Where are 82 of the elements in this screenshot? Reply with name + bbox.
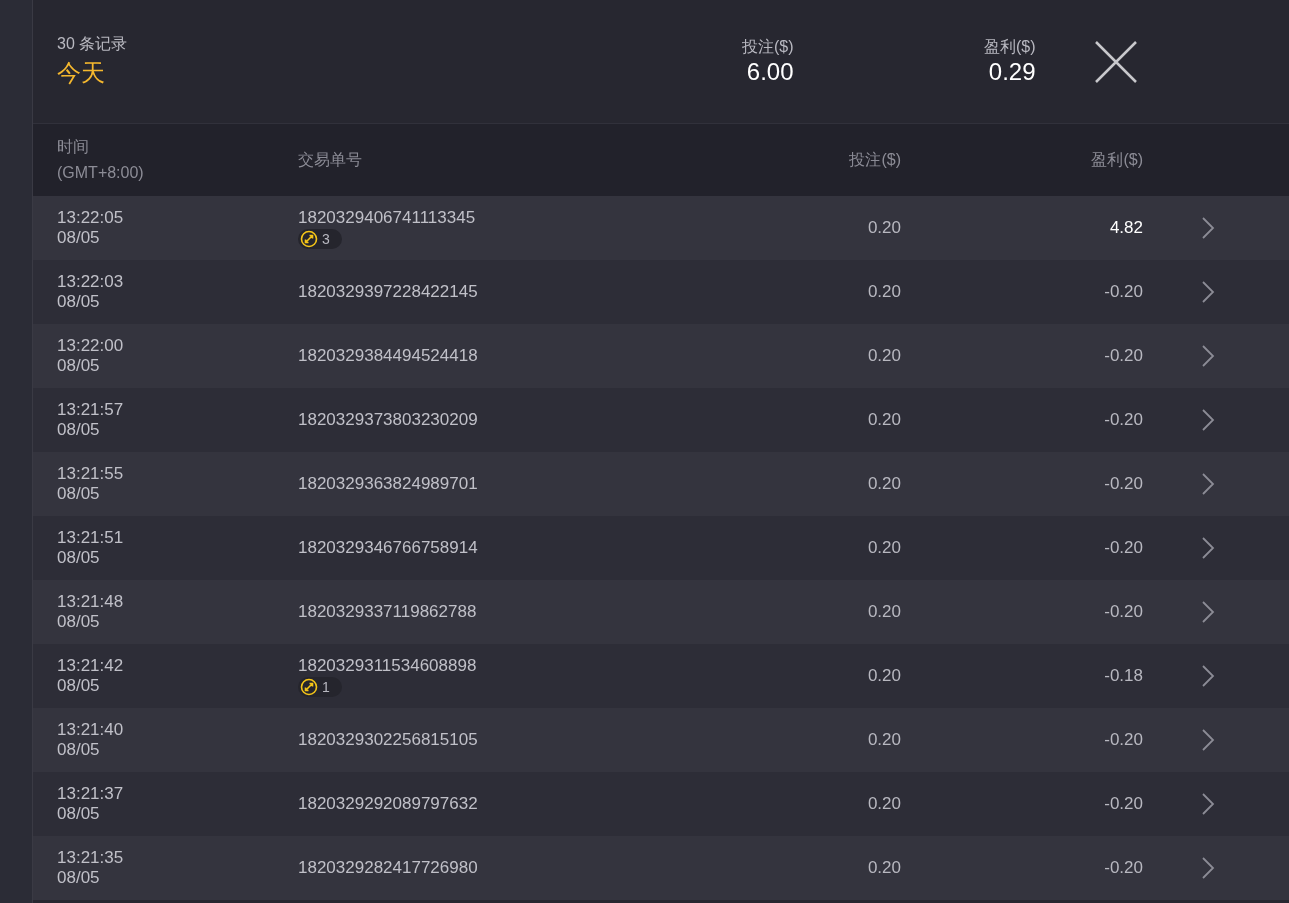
- stake-cell-text: 0.20: [866, 218, 901, 238]
- profit-cell-text: -0.20: [1103, 858, 1143, 878]
- date-cell-text: 08/05: [57, 612, 101, 632]
- close-icon[interactable]: [1093, 39, 1138, 84]
- profit-cell-text: -0.20: [1103, 346, 1143, 366]
- order-number: 1820329397228422145: [298, 282, 479, 302]
- date-cell-text: 08/05: [57, 484, 101, 504]
- time-cell-text: 13:21:48: [57, 592, 125, 612]
- order-number: 1820329363824989701: [298, 474, 479, 494]
- chevron-right-icon[interactable]: [1201, 345, 1215, 367]
- count-badge: 3: [298, 228, 342, 249]
- date-cell-text: 08/05: [57, 228, 101, 248]
- date-cell-text: 08/05: [57, 740, 101, 760]
- date-cell-text: 08/05: [57, 548, 101, 568]
- stake-cell-text: 0.20: [866, 602, 901, 622]
- date-cell-text: 08/05: [57, 420, 101, 440]
- order-number: 1820329311534608898: [298, 655, 478, 676]
- column-header: 盈利($): [1090, 150, 1143, 170]
- record-count: 30 条记录: [57, 34, 129, 54]
- chevron-right-icon[interactable]: [1201, 409, 1215, 431]
- chevron-right-icon[interactable]: [1201, 281, 1215, 303]
- time-cell-text: 13:21:57: [57, 400, 125, 420]
- date-cell-text: 08/05: [57, 676, 101, 696]
- column-header: 交易单号: [298, 150, 363, 170]
- date-cell-text: 08/05: [57, 292, 101, 312]
- chevron-right-icon[interactable]: [1201, 729, 1215, 751]
- expand-arrows-icon: [300, 229, 318, 248]
- order-number: 1820329282417726980: [298, 858, 479, 878]
- chevron-right-icon[interactable]: [1201, 217, 1215, 239]
- stake-cell-text: 0.20: [866, 538, 901, 558]
- time-cell-text: 13:21:40: [57, 720, 125, 740]
- time-cell-text: 13:21:42: [57, 656, 125, 676]
- profit-cell-text: -0.20: [1103, 410, 1143, 430]
- order-number: 1820329302256815105: [298, 730, 479, 750]
- stake-cell-text: 0.20: [866, 666, 901, 686]
- stake-cell-text: 0.20: [866, 794, 901, 814]
- order-number: 1820329384494524418: [298, 346, 479, 366]
- date-cell-text: 08/05: [57, 804, 101, 824]
- stake-total: 6.00: [746, 58, 794, 86]
- chevron-right-icon[interactable]: [1201, 793, 1215, 815]
- time-cell-text: 13:21:51: [57, 528, 125, 548]
- chevron-right-icon[interactable]: [1201, 601, 1215, 623]
- order-number: 1820329373803230209: [298, 410, 479, 430]
- time-cell-text: 13:22:05: [57, 208, 125, 228]
- time-cell-text: 13:22:03: [57, 272, 125, 292]
- profit-cell-text: -0.18: [1103, 666, 1143, 686]
- order-number: 1820329337119862788: [298, 602, 478, 622]
- stake-cell-text: 0.20: [866, 474, 901, 494]
- chevron-right-icon[interactable]: [1201, 473, 1215, 495]
- stake-cell-text: 0.20: [866, 730, 901, 750]
- chevron-right-icon[interactable]: [1201, 665, 1215, 687]
- profit-total: 0.29: [988, 58, 1036, 86]
- chevron-right-icon[interactable]: [1201, 537, 1215, 559]
- count-badge: 1: [298, 676, 342, 697]
- time-cell-text: 13:21:35: [57, 848, 125, 868]
- order-number: 1820329406741113345: [298, 207, 477, 228]
- column-header: 时间: [57, 137, 90, 157]
- profit-cell-text: -0.20: [1103, 282, 1143, 302]
- profit-cell-text: -0.20: [1103, 794, 1143, 814]
- time-cell-text: 13:22:00: [57, 336, 125, 356]
- stake-cell-text: 0.20: [866, 282, 901, 302]
- stake-total-label: 投注($): [741, 37, 794, 57]
- timezone-label: (GMT+8:00): [57, 163, 145, 183]
- profit-cell-text: -0.20: [1103, 602, 1143, 622]
- stake-cell-text: 0.20: [866, 346, 901, 366]
- profit-cell-text: 4.82: [1108, 218, 1143, 238]
- stake-cell-text: 0.20: [866, 410, 901, 430]
- chevron-right-icon[interactable]: [1201, 857, 1215, 879]
- profit-cell-text: -0.20: [1103, 474, 1143, 494]
- expand-arrows-icon: [300, 677, 318, 696]
- stake-cell-text: 0.20: [866, 858, 901, 878]
- time-cell-text: 13:21:55: [57, 464, 125, 484]
- profit-total-label: 盈利($): [983, 37, 1036, 57]
- order-number: 1820329292089797632: [298, 794, 479, 814]
- time-cell-text: 13:21:37: [57, 784, 125, 804]
- date-cell-text: 08/05: [57, 356, 101, 376]
- profit-cell-text: -0.20: [1103, 730, 1143, 750]
- column-header: 投注($): [848, 150, 901, 170]
- date-cell-text: 08/05: [57, 868, 101, 888]
- period-title: 今天: [57, 58, 106, 88]
- order-number: 1820329346766758914: [298, 538, 479, 558]
- profit-cell-text: -0.20: [1103, 538, 1143, 558]
